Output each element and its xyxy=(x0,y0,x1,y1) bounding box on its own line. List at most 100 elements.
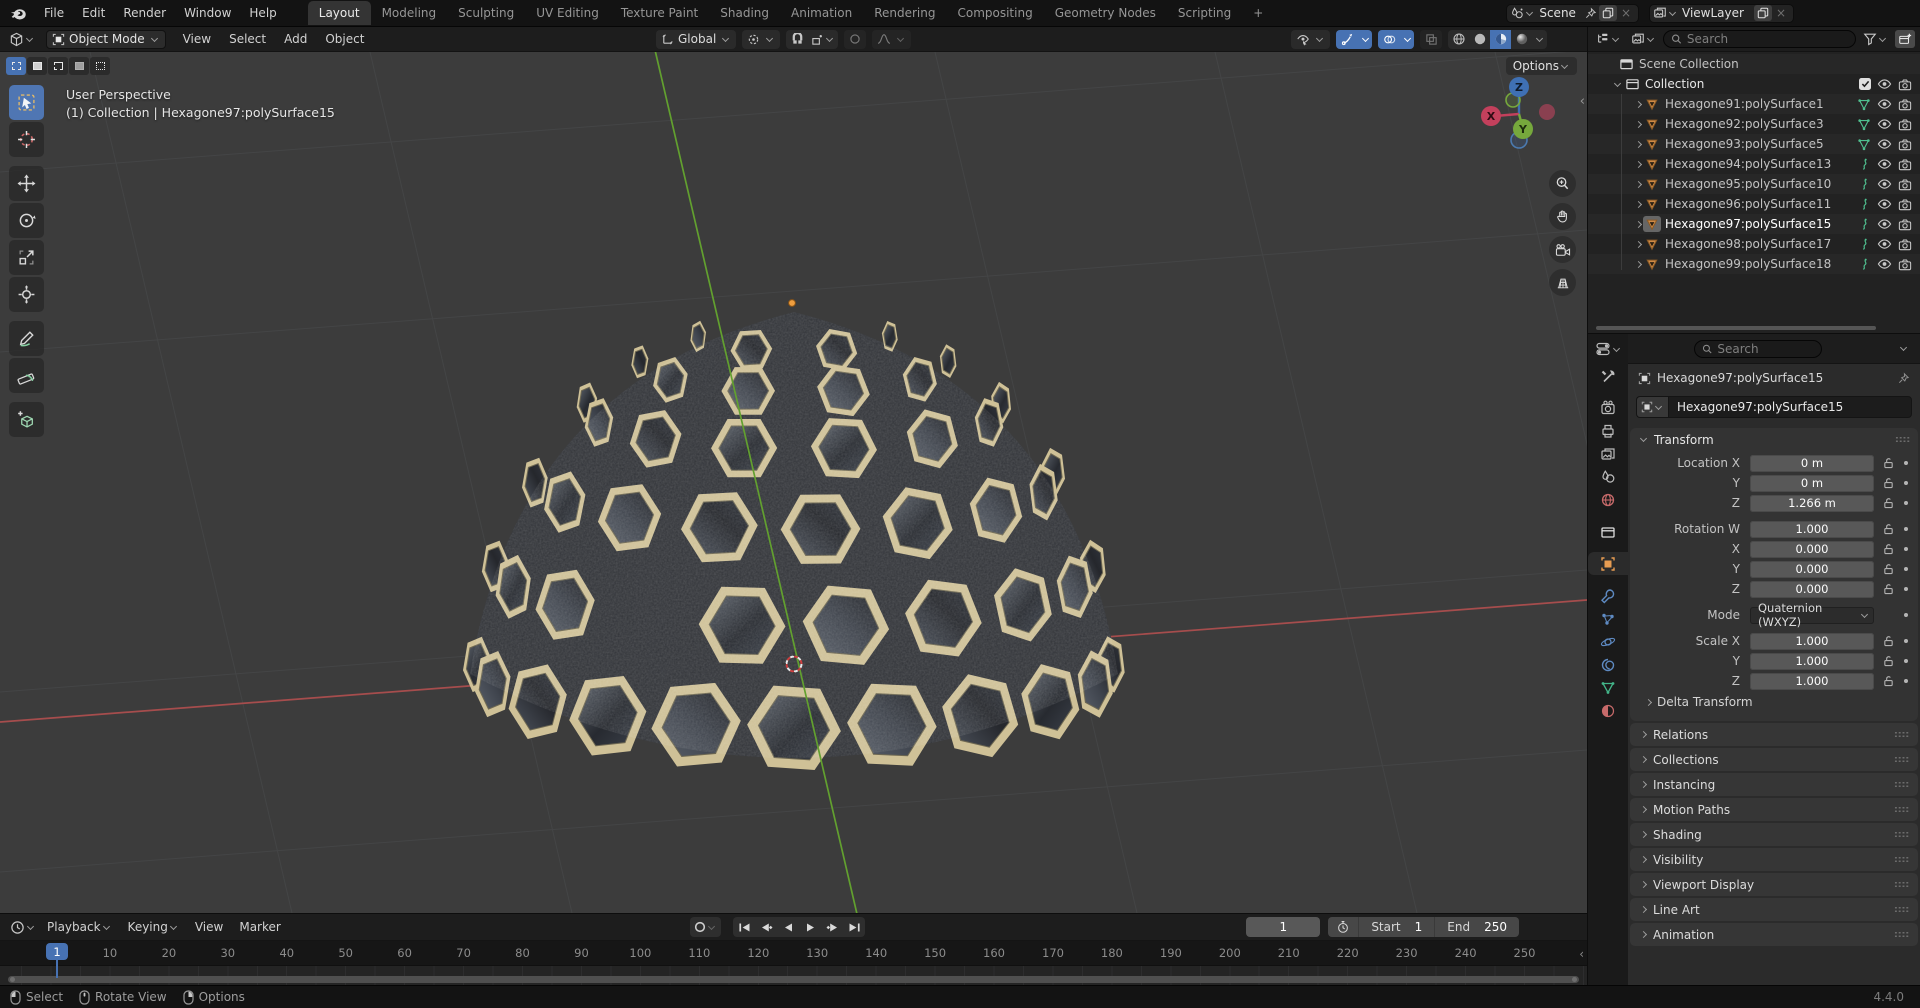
panel-motion-paths[interactable]: Motion Paths xyxy=(1630,798,1918,821)
menu-render[interactable]: Render xyxy=(114,3,175,23)
disable-render-toggle[interactable] xyxy=(1898,258,1912,271)
field-z[interactable]: 1.266 m xyxy=(1750,495,1874,512)
properties-tab-world[interactable] xyxy=(1588,488,1628,511)
shading-wireframe-button[interactable] xyxy=(1448,30,1469,49)
subpanel-delta-transform[interactable]: Delta Transform xyxy=(1630,691,1918,713)
select-extend-button[interactable] xyxy=(27,57,47,75)
viewport-menu-add[interactable]: Add xyxy=(275,29,316,49)
panel-instancing[interactable]: Instancing xyxy=(1630,773,1918,796)
frame-start-field[interactable]: Start1 xyxy=(1358,917,1434,937)
workspace-tab-shading[interactable]: Shading xyxy=(709,1,780,25)
hide-viewport-toggle[interactable] xyxy=(1877,117,1892,131)
field-z[interactable]: 1.000 xyxy=(1750,673,1874,690)
workspace-tab-geometry-nodes[interactable]: Geometry Nodes xyxy=(1044,1,1167,25)
transform-panel-header[interactable]: Transform xyxy=(1630,428,1918,451)
panel-grip[interactable] xyxy=(1894,931,1909,938)
workspace-tab-layout[interactable]: Layout xyxy=(308,1,371,25)
animate-dot[interactable] xyxy=(1904,547,1908,551)
viewport-menu-object[interactable]: Object xyxy=(316,29,373,49)
expand-icon[interactable] xyxy=(1635,180,1642,187)
play-button[interactable] xyxy=(799,917,821,937)
show-object-types-dropdown[interactable] xyxy=(1291,30,1330,49)
expand-icon[interactable] xyxy=(1635,160,1642,167)
viewport-canvas[interactable]: User Perspective (1) Collection | Hexago… xyxy=(0,52,1587,913)
lock-icon[interactable] xyxy=(1883,497,1895,509)
select-intersect-button[interactable] xyxy=(90,57,110,75)
tool-transform[interactable] xyxy=(9,277,44,312)
animate-dot[interactable] xyxy=(1904,587,1908,591)
playhead-line[interactable] xyxy=(56,960,58,978)
collection-checkbox[interactable] xyxy=(1859,78,1871,90)
viewport-menu-select[interactable]: Select xyxy=(220,29,275,49)
prev-keyframe-button[interactable] xyxy=(755,917,777,937)
panel-grip[interactable] xyxy=(1894,856,1909,863)
expand-icon[interactable] xyxy=(1635,260,1642,267)
menu-file[interactable]: File xyxy=(35,3,73,23)
properties-tab-modifiers[interactable] xyxy=(1588,584,1628,607)
disable-render-toggle[interactable] xyxy=(1898,98,1912,111)
lock-icon[interactable] xyxy=(1883,563,1895,575)
outliner-row-collection[interactable]: Collection xyxy=(1588,74,1920,94)
menu-help[interactable]: Help xyxy=(240,3,285,23)
expand-icon[interactable] xyxy=(1635,140,1642,147)
play-reverse-button[interactable] xyxy=(777,917,799,937)
panel-animation[interactable]: Animation xyxy=(1630,923,1918,946)
outliner-row-hexagone98-polysurface17[interactable]: Hexagone98:polySurface17 xyxy=(1588,234,1920,254)
lock-icon[interactable] xyxy=(1883,655,1895,667)
workspace-tab-animation[interactable]: Animation xyxy=(780,1,863,25)
tool-cursor[interactable] xyxy=(9,122,44,157)
timeline-collapse-icon[interactable]: ‹ xyxy=(1579,947,1584,961)
zoom-button[interactable] xyxy=(1549,170,1576,197)
pin-scene-icon[interactable] xyxy=(1584,7,1597,20)
panel-grip[interactable] xyxy=(1894,781,1909,788)
field-location-x[interactable]: 0 m xyxy=(1750,455,1874,472)
menu-edit[interactable]: Edit xyxy=(73,3,114,23)
timeline-menu-marker[interactable]: Marker xyxy=(231,917,288,937)
hide-viewport-toggle[interactable] xyxy=(1877,177,1892,191)
show-gizmo-toggle[interactable] xyxy=(1336,30,1358,49)
shading-rendered-button[interactable] xyxy=(1511,30,1532,49)
expand-icon[interactable] xyxy=(1635,240,1642,247)
panel-relations[interactable]: Relations xyxy=(1630,723,1918,746)
toggle-xray[interactable] xyxy=(1420,30,1442,49)
hide-viewport-toggle[interactable] xyxy=(1877,237,1892,251)
disable-render-toggle[interactable] xyxy=(1898,118,1912,131)
shading-solid-button[interactable] xyxy=(1469,30,1490,49)
new-viewlayer-button[interactable] xyxy=(1754,5,1772,21)
field-x[interactable]: 0.000 xyxy=(1750,541,1874,558)
new-collection-button[interactable] xyxy=(1895,30,1915,48)
menu-window[interactable]: Window xyxy=(175,3,240,23)
workspace-tab-sculpting[interactable]: Sculpting xyxy=(447,1,525,25)
properties-search-input[interactable] xyxy=(1717,342,1814,356)
disable-render-toggle[interactable] xyxy=(1898,238,1912,251)
properties-tab-physics[interactable] xyxy=(1588,630,1628,653)
hide-viewport-toggle[interactable] xyxy=(1877,157,1892,171)
properties-tab-collection[interactable] xyxy=(1588,520,1628,543)
expand-icon[interactable] xyxy=(1635,120,1642,127)
panel-grip[interactable] xyxy=(1894,906,1909,913)
select-new-button[interactable] xyxy=(6,57,26,75)
lock-icon[interactable] xyxy=(1883,477,1895,489)
gizmo-settings-dropdown[interactable] xyxy=(1358,30,1372,49)
outliner-row-hexagone91-polysurface1[interactable]: Hexagone91:polySurface1 xyxy=(1588,94,1920,114)
next-keyframe-button[interactable] xyxy=(821,917,843,937)
proportional-falloff-dropdown[interactable] xyxy=(872,30,911,49)
disable-render-toggle[interactable] xyxy=(1898,138,1912,151)
panel-grip[interactable] xyxy=(1894,731,1909,738)
outliner-search-input[interactable] xyxy=(1687,32,1848,46)
properties-tab-render[interactable] xyxy=(1588,396,1628,419)
viewlayer-selector[interactable]: ViewLayer × xyxy=(1649,4,1794,23)
properties-tab-object[interactable] xyxy=(1588,552,1628,575)
add-workspace-button[interactable]: + xyxy=(1242,1,1274,25)
expand-icon[interactable] xyxy=(1635,100,1642,107)
pan-hand-button[interactable] xyxy=(1549,203,1576,230)
outliner-display-mode-button[interactable] xyxy=(1628,30,1659,48)
viewlayer-name[interactable]: ViewLayer xyxy=(1678,6,1752,20)
outliner-row-hexagone94-polysurface13[interactable]: Hexagone94:polySurface13 xyxy=(1588,154,1920,174)
proportional-editing-toggle[interactable] xyxy=(844,30,866,49)
workspace-tab-modeling[interactable]: Modeling xyxy=(371,1,448,25)
show-overlays-toggle[interactable] xyxy=(1378,30,1400,49)
timeline-editor-type-button[interactable] xyxy=(7,918,39,937)
properties-tab-object-data[interactable] xyxy=(1588,676,1628,699)
hide-viewport-toggle[interactable] xyxy=(1877,97,1892,111)
